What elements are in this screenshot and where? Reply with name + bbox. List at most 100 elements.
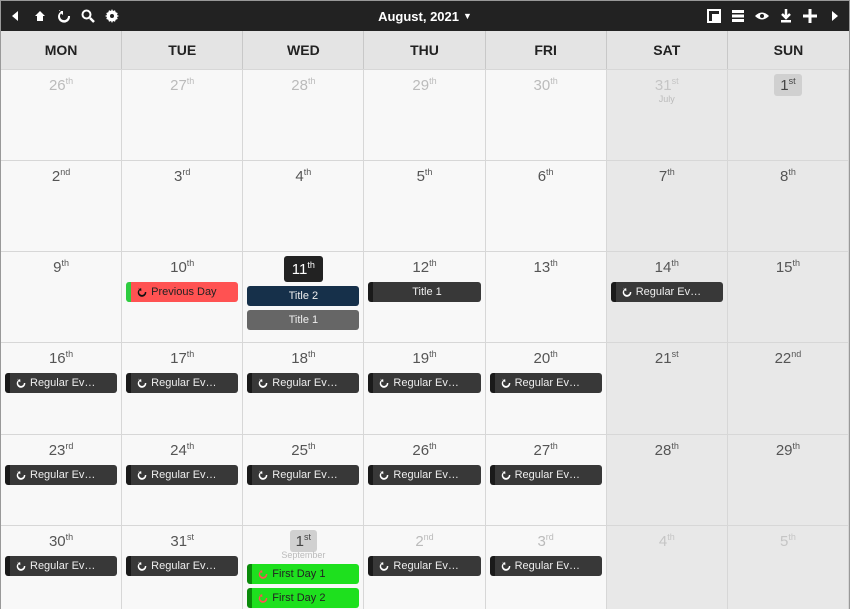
month-label: July — [611, 94, 723, 104]
day-cell[interactable]: 19thRegular Ev… — [364, 342, 485, 433]
day-cell[interactable]: 2ndRegular Ev… — [364, 525, 485, 609]
event-label: Regular Ev… — [393, 469, 458, 481]
month-picker[interactable]: August, 2021 ▼ — [378, 9, 472, 24]
day-cell[interactable]: 6th — [486, 160, 607, 251]
day-number: 15th — [772, 256, 804, 278]
event[interactable]: Regular Ev… — [247, 465, 359, 485]
day-number: 16th — [45, 347, 77, 369]
day-cell[interactable]: 24th Regular Ev… — [122, 434, 243, 525]
day-cell[interactable]: 31stJuly — [607, 69, 728, 160]
event[interactable]: Regular Ev… — [126, 556, 238, 576]
day-cell[interactable]: 15th — [728, 251, 849, 342]
day-cell[interactable]: 31stRegular Ev… — [122, 525, 243, 609]
event[interactable]: Regular Ev… — [611, 282, 723, 302]
day-number: 14th — [651, 256, 683, 278]
swap-icon[interactable] — [57, 9, 71, 23]
day-number: 9th — [49, 256, 73, 278]
day-cell[interactable]: 29th — [364, 69, 485, 160]
day-cell[interactable]: 23rd Regular Ev… — [1, 434, 122, 525]
day-number: 4th — [291, 165, 315, 187]
day-number: 10th — [166, 256, 198, 278]
download-icon[interactable] — [779, 9, 793, 23]
day-number: 8th — [776, 165, 800, 187]
day-cell[interactable]: 29th — [728, 434, 849, 525]
day-cell[interactable]: 28th — [607, 434, 728, 525]
back-to-start-icon[interactable] — [33, 9, 47, 23]
event[interactable]: Previous Day — [126, 282, 238, 302]
event[interactable]: Regular Ev… — [247, 373, 359, 393]
day-cell[interactable]: 17thRegular Ev… — [122, 342, 243, 433]
weekday-thu: THU — [364, 31, 485, 69]
day-cell[interactable]: 1st — [728, 69, 849, 160]
day-cell[interactable]: 27th — [122, 69, 243, 160]
event[interactable]: Regular Ev… — [126, 465, 238, 485]
day-cell[interactable]: 9th — [1, 251, 122, 342]
day-cell[interactable]: 20th Regular Ev… — [486, 342, 607, 433]
event-label: Regular Ev… — [393, 560, 458, 572]
day-number: 25th — [287, 439, 319, 461]
event[interactable]: Regular Ev… — [5, 465, 117, 485]
day-cell[interactable]: 22nd — [728, 342, 849, 433]
day-cell[interactable]: 25th Regular Ev… — [243, 434, 364, 525]
day-cell[interactable]: 12thTitle 1 — [364, 251, 485, 342]
event[interactable]: Regular Ev… — [490, 373, 602, 393]
eye-icon[interactable] — [755, 9, 769, 23]
day-number: 26th — [408, 439, 440, 461]
day-number: 24th — [166, 439, 198, 461]
day-cell[interactable]: 1stSeptemberFirst Day 1First Day 2Regula… — [243, 525, 364, 609]
event[interactable]: Regular Ev… — [5, 556, 117, 576]
day-cell[interactable]: 11thTitle 2Title 1 — [243, 251, 364, 342]
search-icon[interactable] — [81, 9, 95, 23]
event[interactable]: Regular Ev… — [490, 556, 602, 576]
event[interactable]: Regular Ev… — [368, 465, 480, 485]
weekday-mon: MON — [1, 31, 122, 69]
day-cell[interactable]: 4th — [607, 525, 728, 609]
event[interactable]: Regular Ev… — [490, 465, 602, 485]
next-arrow-icon[interactable] — [827, 9, 841, 23]
event[interactable]: Regular Ev… — [368, 556, 480, 576]
gear-icon[interactable] — [105, 9, 119, 23]
day-cell[interactable]: 28th — [243, 69, 364, 160]
day-number: 23rd — [45, 439, 78, 461]
add-icon[interactable] — [803, 9, 817, 23]
event[interactable]: Title 1 — [247, 310, 359, 330]
day-cell[interactable]: 21st — [607, 342, 728, 433]
list-icon[interactable] — [731, 9, 745, 23]
event[interactable]: Title 2 — [247, 286, 359, 306]
day-cell[interactable]: 2nd — [1, 160, 122, 251]
event-label: Title 1 — [412, 286, 442, 298]
day-cell[interactable]: 10th Previous Day — [122, 251, 243, 342]
event-label: First Day 1 — [272, 568, 325, 580]
day-number: 27th — [166, 74, 198, 96]
day-cell[interactable]: 13th — [486, 251, 607, 342]
day-cell[interactable]: 26th Regular Ev… — [364, 434, 485, 525]
day-number: 5th — [776, 530, 800, 552]
day-number: 7th — [655, 165, 679, 187]
day-cell[interactable]: 16th Regular Ev… — [1, 342, 122, 433]
day-cell[interactable]: 3rd — [122, 160, 243, 251]
day-cell[interactable]: 5th — [728, 525, 849, 609]
event[interactable]: Regular Ev… — [5, 373, 117, 393]
event-label: Regular Ev… — [515, 469, 580, 481]
event[interactable]: First Day 1 — [247, 564, 359, 584]
day-cell[interactable]: 4th — [243, 160, 364, 251]
day-cell[interactable]: 18thRegular Ev… — [243, 342, 364, 433]
event[interactable]: First Day 2 — [247, 588, 359, 608]
event[interactable]: Regular Ev… — [126, 373, 238, 393]
day-cell[interactable]: 30thRegular Ev… — [1, 525, 122, 609]
prev-arrow-icon[interactable] — [9, 9, 23, 23]
event-label: Regular Ev… — [151, 560, 216, 572]
day-cell[interactable]: 7th — [607, 160, 728, 251]
day-cell[interactable]: 8th — [728, 160, 849, 251]
day-cell[interactable]: 27thRegular Ev… — [486, 434, 607, 525]
event-label: Regular Ev… — [393, 377, 458, 389]
event[interactable]: Title 1 — [368, 282, 480, 302]
event[interactable]: Regular Ev… — [368, 373, 480, 393]
layout-icon[interactable] — [707, 9, 721, 23]
day-cell[interactable]: 14th Regular Ev… — [607, 251, 728, 342]
day-cell[interactable]: 5th — [364, 160, 485, 251]
day-cell[interactable]: 26th — [1, 69, 122, 160]
day-cell[interactable]: 30th — [486, 69, 607, 160]
day-number: 20th — [530, 347, 562, 369]
day-cell[interactable]: 3rdRegular Ev… — [486, 525, 607, 609]
